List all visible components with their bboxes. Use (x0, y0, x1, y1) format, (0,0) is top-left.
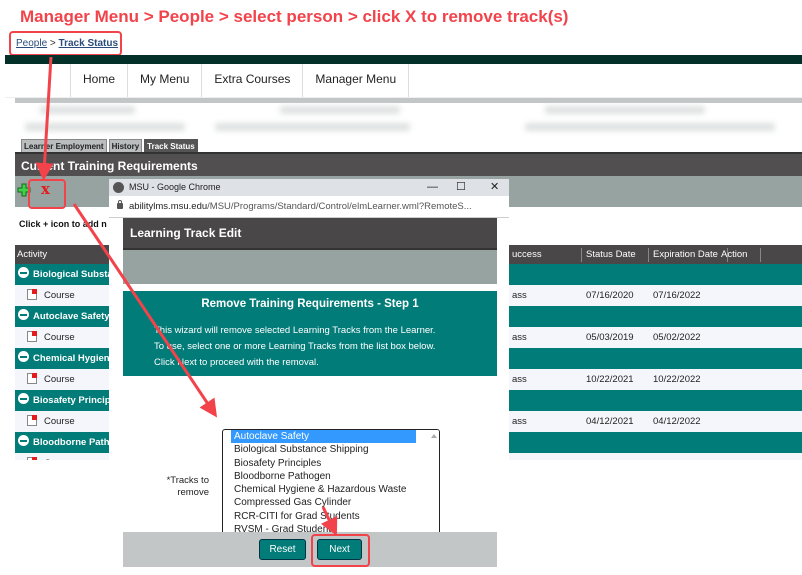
info-divider-bar (15, 98, 802, 103)
success-cell: ass (512, 416, 527, 427)
column-separator (760, 248, 761, 262)
annotation-title: Manager Menu > People > select person > … (20, 7, 569, 26)
success-cell: ass (512, 332, 527, 343)
course-icon (27, 415, 37, 426)
status-date-cell: 04/12/2021 (586, 416, 634, 427)
course-icon (27, 457, 37, 460)
track-name: Bloodborne Path (33, 437, 110, 448)
main-nav: Home My Menu Extra Courses Manager Menu (70, 64, 410, 97)
column-success[interactable]: uccess (512, 245, 542, 264)
reset-button[interactable]: Reset (259, 539, 306, 560)
blurred-learner-info (215, 123, 410, 131)
track-option[interactable]: Autoclave Safety (231, 430, 416, 444)
wizard-line: To use, select one or more Learning Trac… (154, 341, 436, 352)
wizard-panel: Remove Training Requirements - Step 1 Th… (123, 291, 497, 376)
course-label: Course (44, 416, 75, 427)
collapse-icon[interactable] (18, 435, 29, 446)
maximize-button[interactable]: ☐ (456, 179, 466, 196)
course-label: Course (44, 332, 75, 343)
collapse-icon[interactable] (18, 393, 29, 404)
close-button[interactable]: ✕ (490, 179, 499, 196)
url-text: abilitylms.msu.edu/MSU/Programs/Standard… (129, 196, 472, 217)
section-title: Current Training Requirements (15, 152, 802, 176)
status-date-cell: 10/22/2021 (586, 374, 634, 385)
collapse-icon[interactable] (18, 309, 29, 320)
collapse-icon[interactable] (18, 267, 29, 278)
wizard-title: Remove Training Requirements - Step 1 (201, 298, 419, 310)
header-band (123, 248, 497, 284)
address-bar[interactable]: abilitylms.msu.edu/MSU/Programs/Standard… (109, 196, 509, 218)
course-icon (27, 331, 37, 342)
course-label: Course (44, 453, 75, 460)
track-name: Biosafety Princip (33, 395, 111, 406)
track-name: Chemical Hygien (33, 353, 110, 364)
wizard-line: Click Next to proceed with the removal. (154, 357, 319, 368)
track-option[interactable]: Biological Substance Shipping (223, 443, 416, 456)
blurred-learner-info (280, 106, 400, 114)
nav-extra-courses[interactable]: Extra Courses (202, 64, 304, 97)
popup-window: MSU - Google Chrome — ☐ ✕ abilitylms.msu… (109, 179, 509, 575)
expiration-date-cell: 04/12/2022 (653, 416, 701, 427)
blurred-learner-info (40, 106, 135, 114)
help-text: Click + icon to add n (19, 219, 107, 229)
status-date-cell: 05/03/2019 (586, 332, 634, 343)
next-button-callout (311, 534, 370, 567)
track-option[interactable]: Biosafety Principles (223, 457, 416, 470)
track-option[interactable]: Bloodborne Pathogen (223, 470, 416, 483)
collapse-icon[interactable] (18, 351, 29, 362)
track-option[interactable]: Compressed Gas Cylinder (223, 496, 416, 509)
blurred-learner-info (525, 123, 775, 131)
minimize-button[interactable]: — (427, 179, 438, 196)
window-title: MSU - Google Chrome (129, 182, 221, 192)
listbox-scrollbar[interactable] (429, 430, 439, 543)
column-status-date[interactable]: Status Date (586, 245, 636, 264)
wizard-instructions: This wizard will remove selected Learnin… (154, 323, 435, 371)
success-cell: ass (512, 374, 527, 385)
nav-my-menu[interactable]: My Menu (128, 64, 203, 97)
popup-body: Learning Track Edit Remove Training Requ… (123, 218, 497, 575)
course-label: Course (44, 374, 75, 385)
remove-icon-callout (28, 179, 66, 209)
popup-footer (123, 532, 497, 567)
learning-track-edit-header: Learning Track Edit (123, 218, 497, 248)
nav-home[interactable]: Home (71, 64, 129, 97)
column-expiration-date[interactable]: Expiration Date (653, 245, 718, 264)
nav-manager-menu[interactable]: Manager Menu (303, 64, 410, 97)
expiration-date-cell: 10/22/2022 (653, 374, 701, 385)
track-option[interactable]: RCR-CITI for Grad Students (223, 510, 416, 523)
column-action[interactable]: Action (721, 245, 747, 264)
wizard-line: This wizard will remove selected Learnin… (154, 325, 436, 336)
track-option[interactable]: Chemical Hygiene & Hazardous Waste (223, 483, 416, 496)
globe-icon (113, 182, 124, 193)
scroll-up-arrow-icon[interactable] (431, 434, 437, 438)
tracks-to-remove-label: *Tracks to remove (166, 475, 209, 498)
track-name: Biological Substa (33, 269, 113, 280)
tracks-listbox[interactable]: Autoclave Safety Biological Substance Shi… (222, 429, 440, 544)
blurred-learner-info (25, 123, 185, 131)
expiration-date-cell: 07/16/2022 (653, 290, 701, 301)
course-icon (27, 289, 37, 300)
lock-icon (117, 200, 123, 209)
expiration-date-cell: 05/02/2022 (653, 332, 701, 343)
chrome-titlebar[interactable]: MSU - Google Chrome — ☐ ✕ (109, 179, 509, 196)
course-icon (27, 373, 37, 384)
column-separator (648, 248, 649, 262)
success-cell: ass (512, 290, 527, 301)
site-header-bar (5, 55, 802, 64)
status-date-cell: 07/16/2020 (586, 290, 634, 301)
track-name: Autoclave Safety (33, 311, 110, 322)
blurred-learner-info (545, 106, 705, 114)
column-separator (581, 248, 582, 262)
column-activity[interactable]: Activity (17, 245, 47, 264)
breadcrumb-callout (9, 31, 122, 56)
url-path: /MSU/Programs/Standard/Control/elmLearne… (207, 201, 472, 212)
url-domain: abilitylms.msu.edu (129, 201, 208, 212)
course-label: Course (44, 290, 75, 301)
